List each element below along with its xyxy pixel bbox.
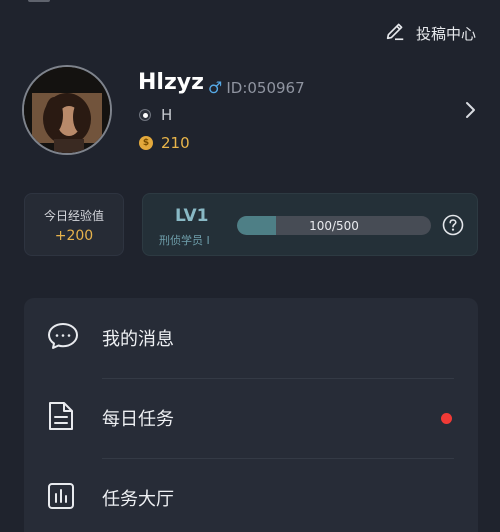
user-id: ID:050967 [226, 78, 305, 97]
document-icon [46, 400, 76, 436]
level-progress-bar: 100/500 [237, 216, 431, 235]
menu-panel: 我的消息 每日任务 任务大厅 [24, 298, 478, 532]
daily-exp-card: 今日经验值 +200 [24, 193, 124, 256]
user-tag: H [161, 106, 173, 124]
avatar[interactable] [22, 65, 112, 155]
daily-exp-title: 今日经验值 [43, 209, 104, 223]
menu-item-messages[interactable]: 我的消息 [24, 298, 478, 378]
gender-id-row: ♂ ID:050967 [208, 78, 305, 97]
menu-item-label: 我的消息 [102, 329, 174, 350]
coin-count: 210 [161, 134, 190, 152]
bar-chart-icon [46, 481, 76, 515]
user-tag-row: H [139, 106, 172, 124]
daily-exp-value: +200 [54, 228, 94, 244]
coin-icon: $ [139, 136, 153, 150]
level-card[interactable]: LV1 刑侦学员 I 100/500 [142, 193, 478, 256]
rank-label: 刑侦学员 I [159, 234, 210, 247]
menu-item-task-hall[interactable]: 任务大厅 [24, 458, 478, 532]
question-icon[interactable] [442, 214, 464, 240]
tag-dot-icon [139, 109, 151, 121]
chevron-right-icon[interactable] [464, 100, 478, 124]
avatar-portrait [24, 67, 110, 153]
menu-item-label: 任务大厅 [102, 489, 174, 510]
menu-item-daily-tasks[interactable]: 每日任务 [24, 378, 478, 458]
level-progress-text: 100/500 [309, 218, 359, 233]
post-center-label: 投稿中心 [415, 24, 476, 43]
menu-item-label: 每日任务 [102, 409, 174, 430]
level-label: LV1 [175, 206, 209, 226]
chat-bubble-icon [46, 321, 80, 355]
status-bar-fragment [28, 0, 50, 2]
notification-badge [441, 412, 452, 424]
male-icon: ♂ [208, 78, 223, 97]
post-center-button[interactable]: 投稿中心 [384, 20, 476, 46]
pencil-icon [384, 20, 406, 46]
username: Hlzyz [138, 70, 204, 95]
coin-row: $ 210 [139, 134, 190, 152]
